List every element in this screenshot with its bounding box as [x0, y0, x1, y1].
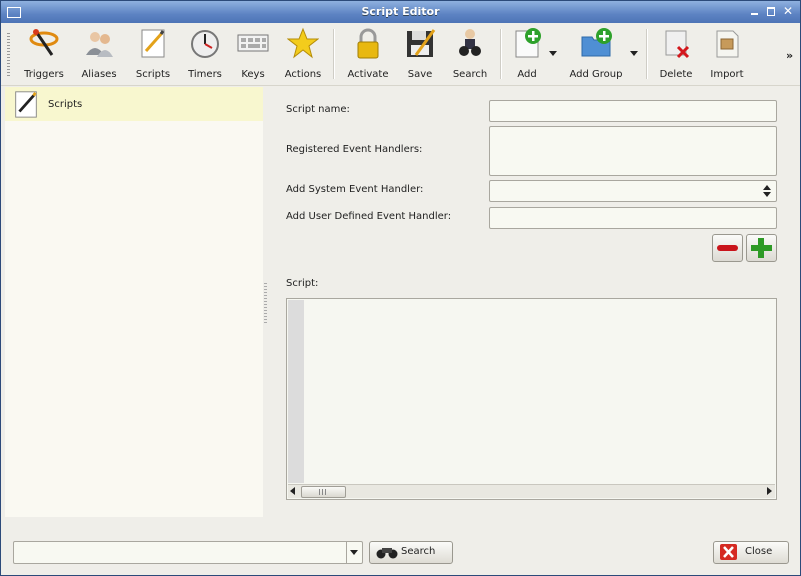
- toolbar-label: Import: [710, 69, 744, 80]
- timers-button[interactable]: Timers: [181, 27, 229, 80]
- registered-handlers-list[interactable]: [489, 126, 777, 176]
- script-tree[interactable]: Scripts: [5, 87, 263, 517]
- toolbar-separator: [646, 29, 648, 79]
- close-window-icon[interactable]: ✕: [782, 5, 794, 17]
- toolbar-label: Aliases: [81, 69, 117, 80]
- save-icon: [404, 27, 436, 59]
- binoculars-icon: [376, 545, 398, 562]
- save-button[interactable]: Save: [399, 27, 441, 80]
- script-editor[interactable]: [286, 298, 777, 500]
- system-handler-label: Add System Event Handler:: [286, 184, 424, 195]
- panel-splitter[interactable]: [264, 283, 267, 323]
- add-handler-button[interactable]: [746, 234, 777, 262]
- triggers-icon: [28, 27, 60, 59]
- toolbar-label: Activate: [347, 69, 389, 80]
- remove-handler-button[interactable]: [712, 234, 743, 262]
- toolbar-label: Add: [517, 69, 537, 80]
- add-item-icon: [511, 27, 543, 59]
- search-button-label: Search: [401, 546, 436, 557]
- system-handler-select[interactable]: [489, 180, 777, 202]
- lock-icon: [352, 27, 384, 59]
- toolbar-label: Add Group: [569, 69, 623, 80]
- line-number-gutter: [288, 300, 304, 483]
- timers-icon: [189, 27, 221, 59]
- scroll-right-icon[interactable]: [767, 487, 772, 495]
- scripts-button[interactable]: Scripts: [129, 27, 177, 80]
- spin-arrows-icon: [761, 183, 773, 197]
- aliases-icon: [83, 27, 115, 59]
- search-binoculars-icon: [454, 27, 486, 59]
- script-label: Script:: [286, 278, 319, 289]
- toolbar-separator: [500, 29, 502, 79]
- toolbar-label: Scripts: [135, 69, 171, 80]
- toolbar-label: Actions: [284, 69, 322, 80]
- close-button[interactable]: Close: [713, 541, 789, 564]
- script-editor-window: Script Editor ✕ Triggers Aliases Scripts: [0, 0, 801, 576]
- add-group-dropdown-icon[interactable]: [630, 51, 638, 56]
- horizontal-scrollbar[interactable]: [288, 484, 775, 498]
- keys-button[interactable]: Keys: [231, 27, 275, 80]
- activate-button[interactable]: Activate: [341, 27, 395, 80]
- add-group-button[interactable]: Add Group: [567, 27, 625, 80]
- actions-button[interactable]: Actions: [279, 27, 327, 80]
- bottom-search-button[interactable]: Search: [369, 541, 453, 564]
- triggers-button[interactable]: Triggers: [19, 27, 69, 80]
- import-icon: [711, 27, 743, 59]
- toolbar: Triggers Aliases Scripts Timers Keys Act…: [1, 23, 800, 86]
- tree-item-scripts[interactable]: Scripts: [5, 87, 263, 121]
- chevron-down-icon[interactable]: [346, 542, 362, 563]
- delete-icon: [660, 27, 692, 59]
- toolbar-label: Delete: [659, 69, 693, 80]
- minus-icon: [717, 245, 738, 251]
- scripts-icon: [137, 27, 169, 59]
- registered-handlers-label: Registered Event Handlers:: [286, 144, 423, 155]
- search-combo[interactable]: [13, 541, 363, 564]
- scroll-left-icon[interactable]: [290, 487, 295, 495]
- toolbar-separator: [333, 29, 335, 79]
- plus-icon-vertical: [758, 238, 764, 258]
- user-handler-label: Add User Defined Event Handler:: [286, 211, 452, 222]
- actions-icon: [286, 27, 320, 59]
- tree-item-label: Scripts: [48, 99, 83, 110]
- toolbar-label: Save: [407, 69, 433, 80]
- search-button[interactable]: Search: [447, 27, 493, 80]
- toolbar-label: Keys: [241, 69, 265, 80]
- minimize-icon[interactable]: [749, 5, 761, 17]
- maximize-icon[interactable]: [765, 5, 777, 17]
- import-button[interactable]: Import: [705, 27, 749, 80]
- user-handler-input[interactable]: [489, 207, 777, 229]
- thumb-grip: [319, 489, 328, 495]
- add-group-icon: [580, 27, 612, 59]
- title-bar: Script Editor ✕: [1, 1, 800, 23]
- script-name-label: Script name:: [286, 104, 350, 115]
- scripts-icon: [11, 89, 41, 119]
- toolbar-label: Timers: [188, 69, 222, 80]
- close-button-label: Close: [745, 546, 773, 557]
- toolbar-label: Triggers: [24, 69, 64, 80]
- toolbar-overflow-icon[interactable]: »: [786, 49, 793, 62]
- aliases-button[interactable]: Aliases: [75, 27, 123, 80]
- window-title: Script Editor: [361, 5, 440, 18]
- keys-icon: [237, 27, 269, 59]
- toolbar-grip[interactable]: [7, 33, 10, 77]
- delete-button[interactable]: Delete: [655, 27, 697, 80]
- close-icon: [720, 544, 737, 560]
- scrollbar-thumb[interactable]: [301, 486, 346, 498]
- add-button[interactable]: Add: [507, 27, 547, 80]
- script-name-input[interactable]: [489, 100, 777, 122]
- toolbar-label: Search: [452, 69, 488, 80]
- add-dropdown-icon[interactable]: [549, 51, 557, 56]
